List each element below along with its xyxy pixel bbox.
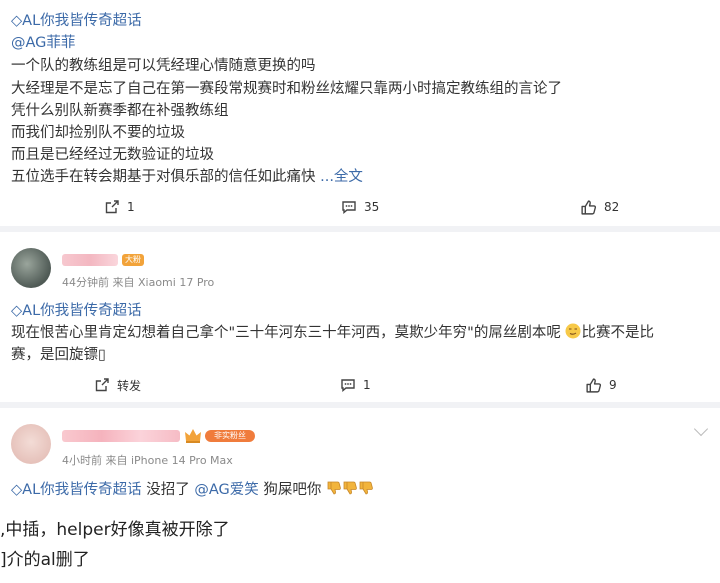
quoted-text-line: ]介的al删了 [0,550,90,570]
comment-icon [342,201,356,214]
supertopic-link[interactable]: ◇AL你我皆传奇超话 [11,482,142,498]
thumbs-up-icon [581,199,597,215]
fan-badge: 大粉 [122,254,144,266]
avatar[interactable] [11,424,51,464]
post-text-line: 凭什么别队新赛季都在补强教练组 [11,103,229,119]
post-text-line: 五位选手在转会期基于对俱乐部的信任如此痛快 ...全文 [11,166,363,188]
repost-count: 1 [127,200,135,214]
repost-icon [95,378,109,392]
thumbs-down-emoji-icon [327,481,341,495]
like-button[interactable]: 82 [580,196,619,218]
comment-icon [341,379,355,392]
post-meta: 4小时前 来自 iPhone 14 Pro Max [62,454,233,467]
expand-full-text-link[interactable]: ...全文 [316,169,363,185]
avatar[interactable] [11,248,51,288]
comment-button[interactable]: 35 [341,196,379,218]
repost-icon [105,200,119,214]
like-count: 9 [609,378,617,392]
quoted-text-line: ,中插，helper好像真被开除了 [0,520,230,540]
like-button[interactable]: 9 [585,374,617,396]
comment-count: 35 [364,200,380,214]
chevron-down-icon[interactable] [693,421,709,437]
thumbs-up-icon [586,377,602,393]
fan-badge: 非实粉丝 [205,430,255,442]
post-meta: 44分钟前 来自 Xiaomi 17 Pro [62,276,215,289]
repost-button[interactable]: 1 [104,196,135,218]
post-text-last: 五位选手在转会期基于对俱乐部的信任如此痛快 [11,169,316,185]
post-2: 大粉 44分钟前 来自 Xiaomi 17 Pro ◇AL你我皆传奇超话 现在恨… [0,232,720,402]
supertopic-link[interactable]: ◇AL你我皆传奇超话 [11,10,142,32]
thumbs-down-emoji-icon [343,481,357,495]
post-text-line: ◇AL你我皆传奇超话 没招了 @AG爱笑 狗屎吧你 [11,479,374,501]
post-text: 现在恨苦心里肯定幻想着自己拿个"三十年河东三十年河西，莫欺少年穷"的屌丝剧本呢 [11,325,561,341]
post-text-line: 现在恨苦心里肯定幻想着自己拿个"三十年河东三十年河西，莫欺少年穷"的屌丝剧本呢 … [11,322,654,344]
like-count: 82 [604,200,620,214]
supertopic-link[interactable]: ◇AL你我皆传奇超话 [11,300,142,322]
mention-link[interactable]: @AG菲菲 [11,32,75,54]
post-3: 非实粉丝 4小时前 来自 iPhone 14 Pro Max ◇AL你我皆传奇超… [0,408,720,583]
action-bar: 1 35 82 [0,196,720,218]
post-text-line: 一个队的教练组是可以凭经理心情随意更换的吗 [11,58,316,74]
post-text-end: 比赛不是比 [581,325,654,341]
mention-link[interactable]: @AG爱笑 [194,482,258,498]
post-text-line: 大经理是不是忘了自己在第一赛段常规赛时和粉丝炫耀只靠两小时搞定教练组的言论了 [11,81,562,97]
post-1: ◇AL你我皆传奇超话 @AG菲菲 一个队的教练组是可以凭经理心情随意更换的吗 大… [0,0,720,226]
comment-count: 1 [363,378,371,392]
thumbs-down-emoji-icon [359,481,373,495]
repost-label: 转发 [117,378,142,393]
post-text-line: 赛，是回旋镖▯ [11,347,106,363]
post-text: 没招了 [141,482,195,498]
username-blurred[interactable] [62,430,180,442]
post-text-line: 而我们却捡别队不要的垃圾 [11,125,185,141]
action-bar: 转发 1 9 [0,374,720,396]
post-text: 狗屎吧你 [258,482,322,498]
crown-icon [185,429,201,443]
username-blurred[interactable] [62,254,118,266]
repost-button[interactable]: 转发 [94,374,141,396]
comment-button[interactable]: 1 [340,374,371,396]
smirk-emoji-icon [565,323,581,339]
post-text-line: 而且是已经经过无数验证的垃圾 [11,147,214,163]
